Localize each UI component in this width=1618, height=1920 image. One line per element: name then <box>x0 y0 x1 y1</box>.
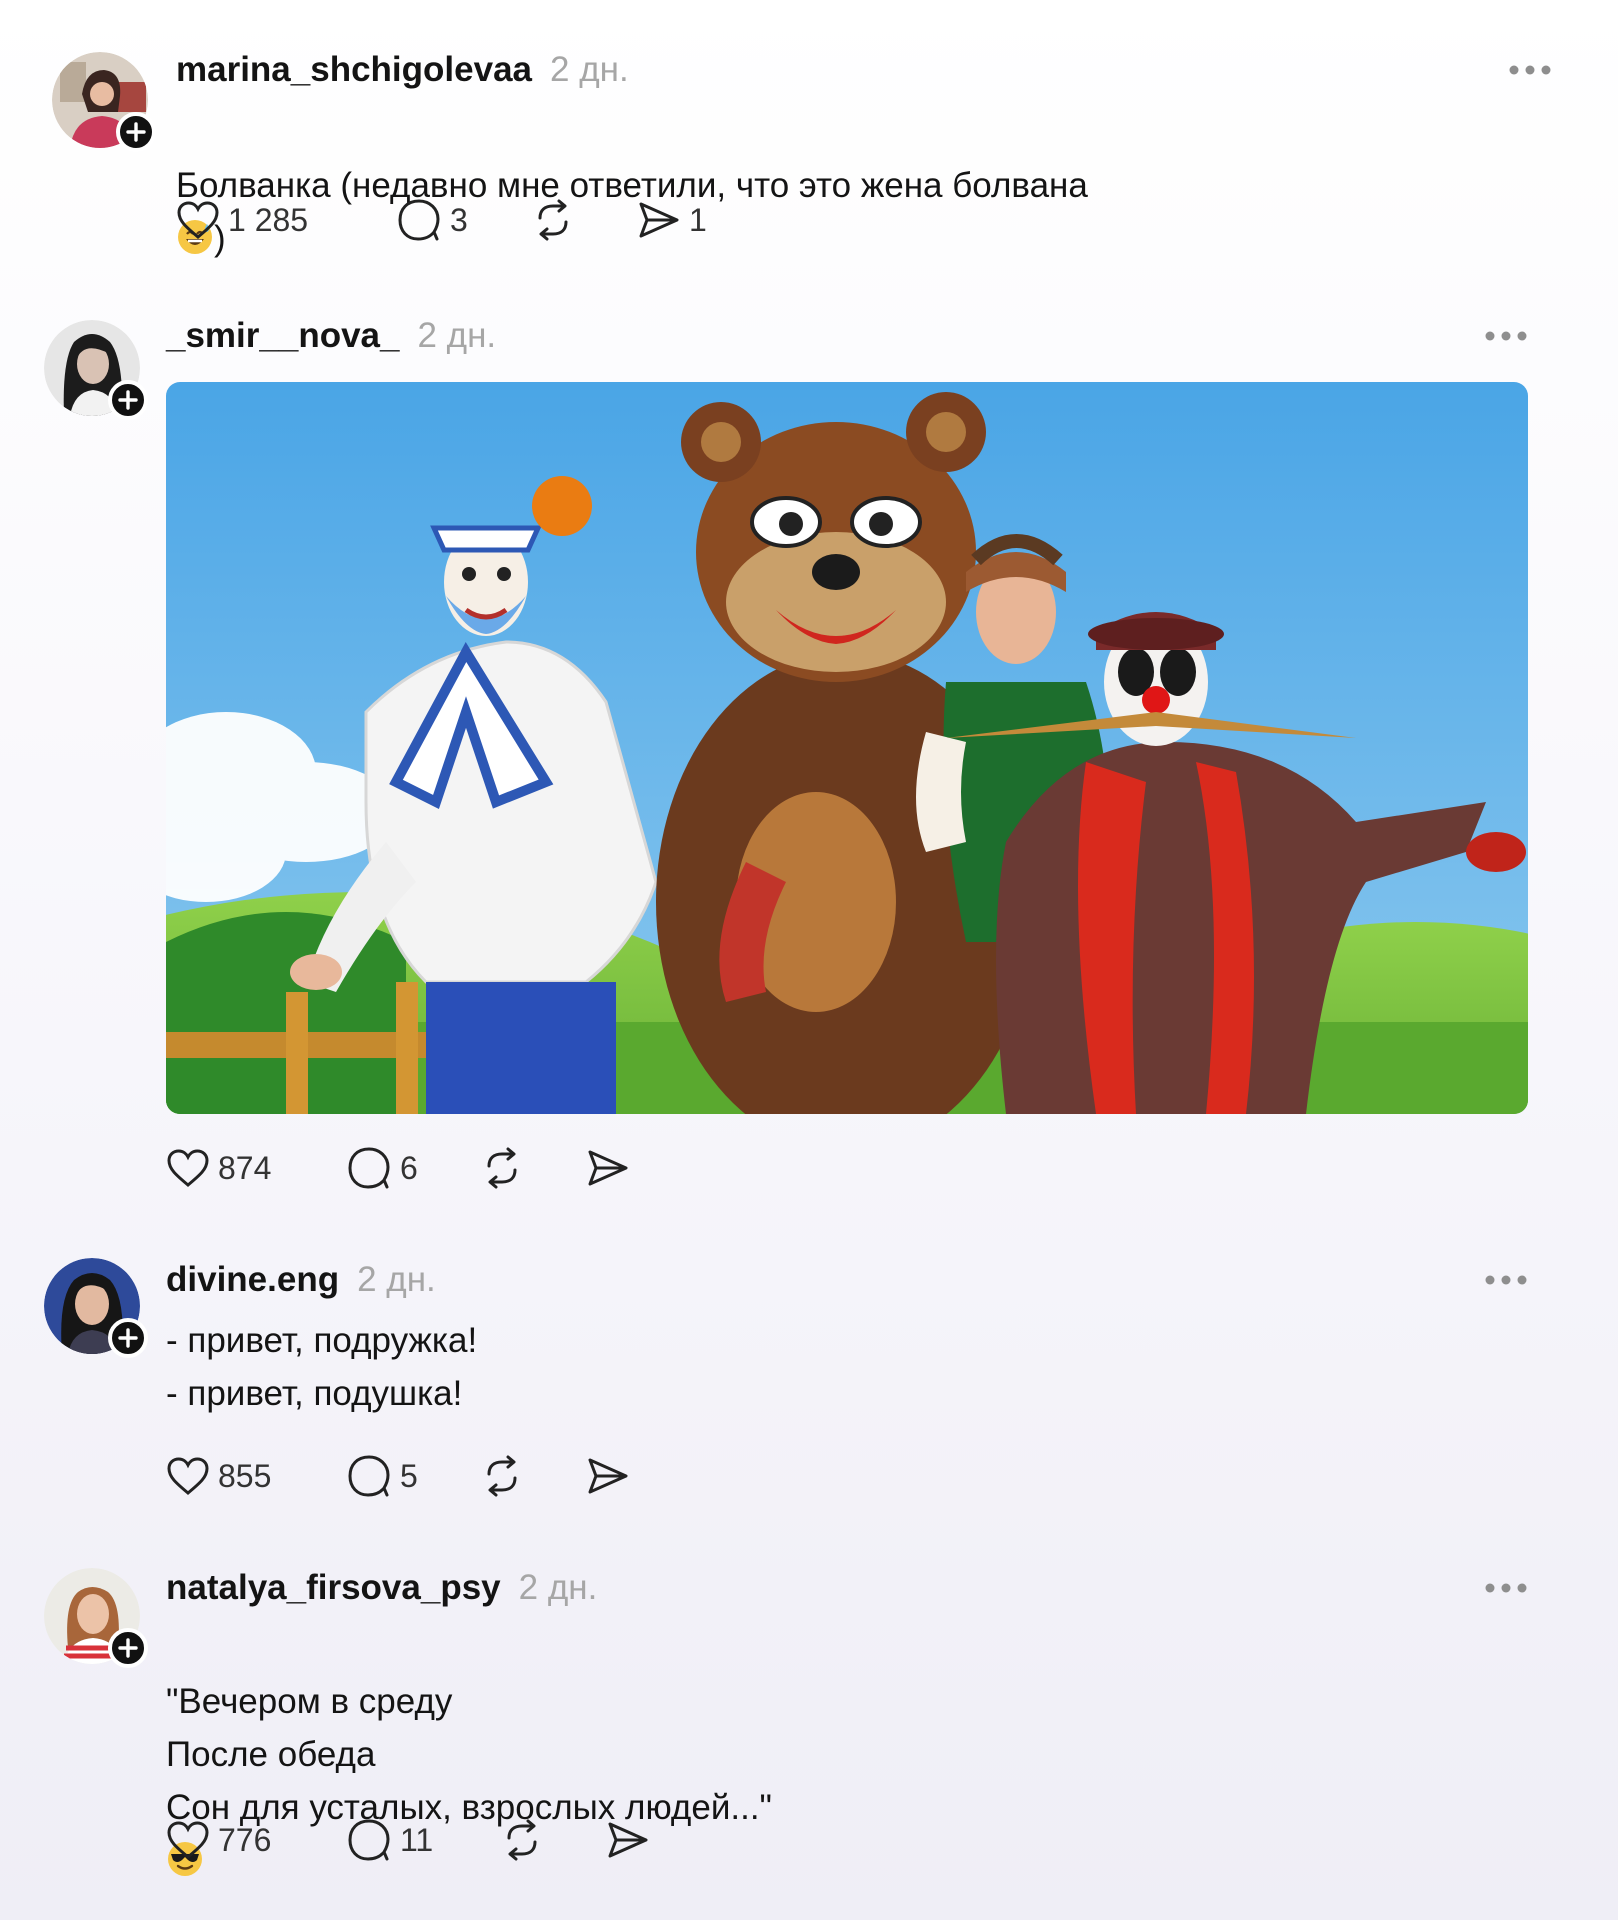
post-header: _smir__nova_ 2 дн. <box>166 316 496 356</box>
timestamp: 2 дн. <box>417 316 497 355</box>
plus-icon <box>126 122 146 142</box>
avatar[interactable] <box>44 1568 148 1668</box>
send-icon <box>588 1150 628 1186</box>
like-button[interactable]: 776 <box>166 1820 346 1860</box>
comment-bubble-icon <box>398 199 440 241</box>
action-bar: 1 285 3 1 <box>176 198 707 242</box>
action-bar: 776 11 <box>166 1818 650 1862</box>
like-button[interactable]: 855 <box>166 1456 346 1496</box>
repost-icon <box>487 1147 517 1189</box>
post-photo[interactable] <box>166 382 1528 1114</box>
avatar[interactable] <box>52 52 156 152</box>
share-button[interactable] <box>586 1148 630 1188</box>
share-button[interactable] <box>586 1456 630 1496</box>
avatar[interactable] <box>44 1258 148 1358</box>
like-button[interactable]: 1 285 <box>176 200 396 240</box>
plus-icon <box>118 1328 138 1348</box>
more-dots-icon[interactable] <box>1482 1578 1530 1598</box>
post: natalya_firsova_psy 2 дн. "Вечером в сре… <box>0 1540 1618 1920</box>
send-icon <box>639 202 679 238</box>
more-dots-icon[interactable] <box>1482 326 1530 346</box>
post-text: "Вечером в среду После обеда Сон для уст… <box>166 1682 772 1827</box>
post-header: divine.eng 2 дн. <box>166 1260 436 1300</box>
post-header: natalya_firsova_psy 2 дн. <box>166 1568 597 1608</box>
repost-button[interactable] <box>480 1146 586 1190</box>
comment-count: 11 <box>400 1821 434 1858</box>
share-button[interactable]: 1 <box>637 200 707 240</box>
username[interactable]: marina_shchigolevaa <box>176 50 532 90</box>
action-bar: 855 5 <box>166 1454 630 1498</box>
timestamp: 2 дн. <box>357 1260 436 1299</box>
like-count: 855 <box>218 1457 272 1494</box>
share-count: 1 <box>689 201 707 238</box>
comment-bubble-icon <box>348 1147 390 1189</box>
repost-button[interactable] <box>480 1454 586 1498</box>
post-header: marina_shchigolevaa 2 дн. <box>176 50 629 90</box>
comment-count: 3 <box>450 201 468 238</box>
share-button[interactable] <box>606 1820 650 1860</box>
avatar[interactable] <box>44 320 148 420</box>
comment-button[interactable]: 11 <box>346 1818 500 1862</box>
comment-button[interactable]: 3 <box>396 198 531 242</box>
post-text: - привет, подружка! - привет, подушка! <box>166 1321 478 1413</box>
heart-icon <box>167 1457 209 1495</box>
heart-icon <box>167 1149 209 1187</box>
send-icon <box>608 1822 648 1858</box>
like-button[interactable]: 874 <box>166 1148 346 1188</box>
plus-icon <box>118 390 138 410</box>
like-count: 874 <box>218 1149 272 1186</box>
timestamp: 2 дн. <box>550 50 629 89</box>
post: divine.eng 2 дн. - привет, подружка! - п… <box>0 1230 1618 1550</box>
like-count: 776 <box>218 1821 272 1858</box>
comment-count: 5 <box>400 1457 418 1494</box>
username[interactable]: natalya_firsova_psy <box>166 1568 501 1608</box>
follow-button[interactable] <box>108 380 148 420</box>
heart-icon <box>177 201 219 239</box>
repost-icon <box>538 199 568 241</box>
follow-button[interactable] <box>108 1318 148 1358</box>
more-dots-icon[interactable] <box>1506 60 1554 80</box>
send-icon <box>588 1458 628 1494</box>
post: marina_shchigolevaa 2 дн. Болванка (неда… <box>0 0 1618 290</box>
comment-button[interactable]: 6 <box>346 1146 480 1190</box>
repost-icon <box>507 1819 537 1861</box>
comment-count: 6 <box>400 1149 418 1186</box>
comment-button[interactable]: 5 <box>346 1454 480 1498</box>
repost-icon <box>487 1455 517 1497</box>
timestamp: 2 дн. <box>518 1568 598 1607</box>
action-bar: 874 6 <box>166 1146 630 1190</box>
username[interactable]: divine.eng <box>166 1260 339 1300</box>
repost-button[interactable] <box>500 1818 606 1862</box>
username[interactable]: _smir__nova_ <box>166 316 399 356</box>
follow-button[interactable] <box>116 112 156 152</box>
like-count: 1 285 <box>228 201 309 238</box>
heart-icon <box>167 1821 209 1859</box>
comment-bubble-icon <box>348 1819 390 1861</box>
repost-button[interactable] <box>531 198 637 242</box>
more-dots-icon[interactable] <box>1482 1270 1530 1290</box>
comment-bubble-icon <box>348 1455 390 1497</box>
post: _smir__nova_ 2 дн. 874 6 <box>0 290 1618 1210</box>
plus-icon <box>118 1638 138 1658</box>
follow-button[interactable] <box>108 1628 148 1668</box>
